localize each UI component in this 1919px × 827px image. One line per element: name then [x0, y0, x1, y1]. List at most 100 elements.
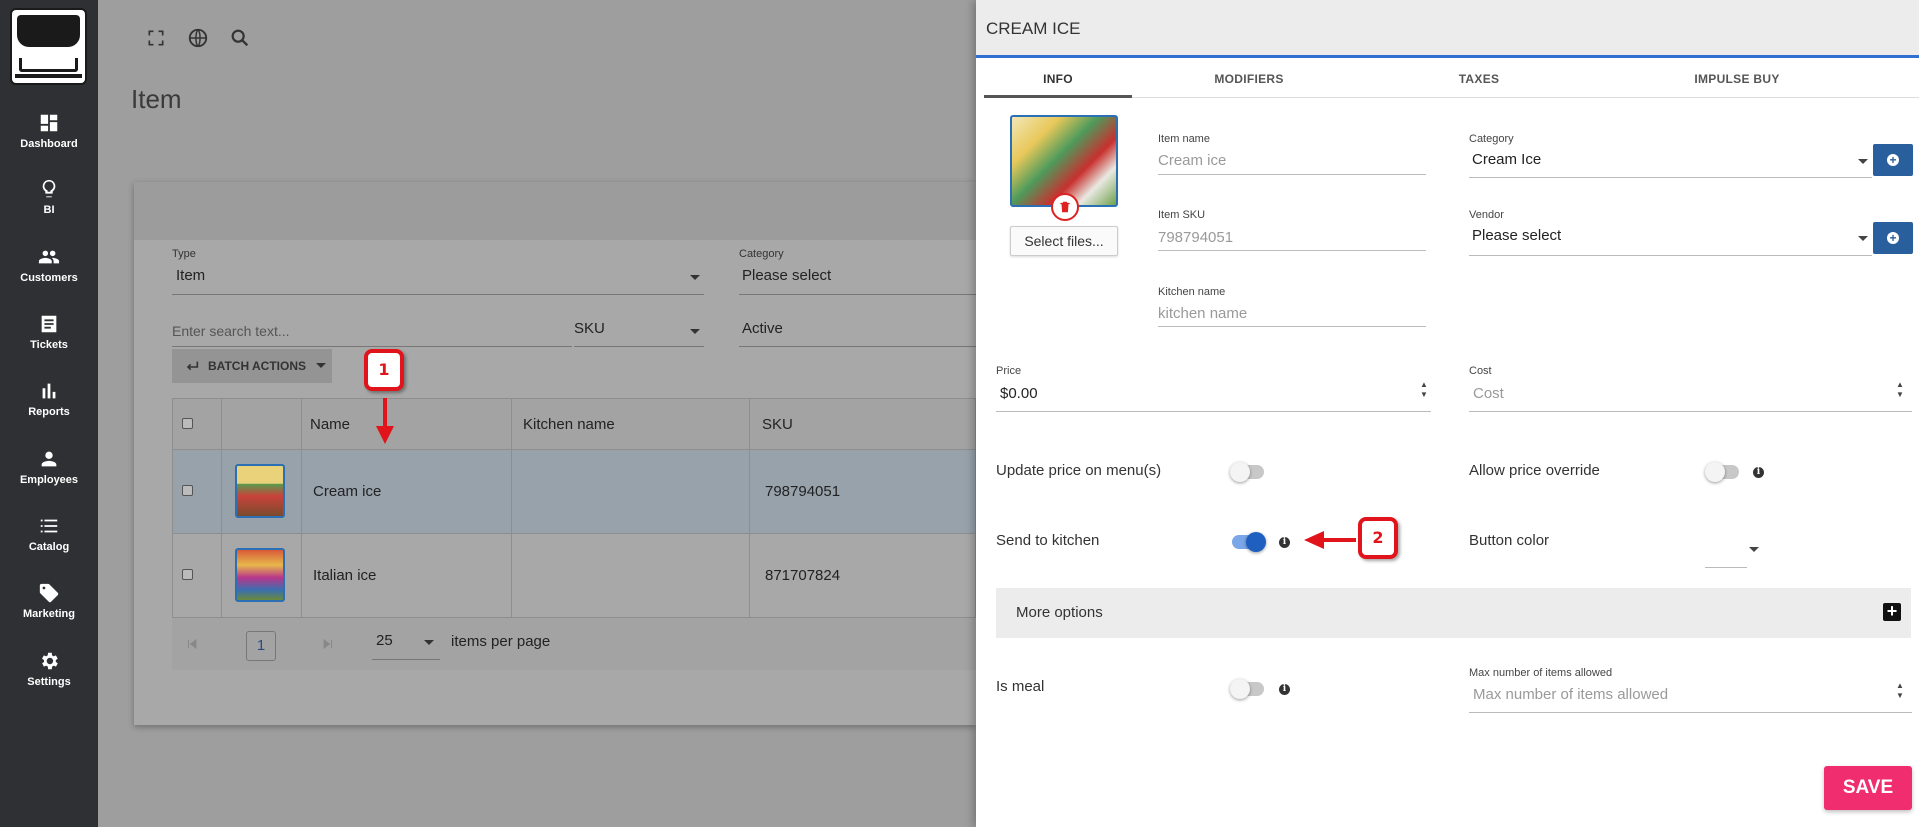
- column-divider: [749, 450, 750, 534]
- plus-circle-icon: +: [1887, 232, 1899, 244]
- select-files-button[interactable]: Select files...: [1010, 226, 1118, 256]
- item-sku-underline: [1158, 250, 1426, 251]
- column-divider: [511, 450, 512, 534]
- fullscreen-icon[interactable]: [146, 28, 166, 48]
- is-meal-label: Is meal: [996, 678, 1045, 695]
- row-name: Cream ice: [313, 483, 382, 500]
- info-icon[interactable]: i: [1279, 684, 1290, 695]
- kitchen-name-field[interactable]: kitchen name: [1158, 305, 1247, 322]
- current-page[interactable]: 1: [246, 631, 276, 661]
- tab-taxes[interactable]: TAXES: [1404, 68, 1554, 98]
- sidebar-item-dashboard[interactable]: Dashboard: [0, 112, 98, 150]
- delete-image-button[interactable]: [1051, 193, 1079, 221]
- allow-override-toggle[interactable]: [1705, 462, 1739, 482]
- row-name: Italian ice: [313, 567, 377, 584]
- sidebar-item-reports[interactable]: Reports: [0, 380, 98, 418]
- item-name-field[interactable]: Cream ice: [1158, 152, 1226, 169]
- first-page-icon[interactable]: [186, 638, 198, 650]
- sku-select[interactable]: SKU: [574, 320, 605, 337]
- item-thumbnail: [235, 548, 285, 602]
- type-select[interactable]: Item: [176, 267, 205, 284]
- toggle-knob: [1246, 532, 1266, 552]
- info-icon[interactable]: i: [1753, 467, 1764, 478]
- kitchen-name-label: Kitchen name: [1158, 286, 1226, 298]
- column-divider: [511, 399, 512, 451]
- batch-actions-button[interactable]: BATCH ACTIONS: [172, 349, 332, 383]
- more-options-bar[interactable]: More options +: [996, 588, 1911, 638]
- table-row[interactable]: Cream ice 798794051: [172, 450, 976, 534]
- sidebar-item-settings[interactable]: Settings: [0, 650, 98, 688]
- column-divider: [749, 399, 750, 451]
- globe-icon[interactable]: [187, 27, 209, 49]
- tab-impulse-buy[interactable]: IMPULSE BUY: [1662, 68, 1812, 98]
- category-label: Category: [1469, 133, 1514, 145]
- search-input[interactable]: Enter search text...: [172, 323, 290, 339]
- toggle-knob: [1230, 679, 1250, 699]
- logo-base: [15, 74, 82, 78]
- sidebar-item-employees[interactable]: Employees: [0, 448, 98, 486]
- column-header-kitchen-name[interactable]: Kitchen name: [523, 416, 615, 433]
- type-underline: [172, 294, 704, 295]
- tab-info[interactable]: INFO: [984, 68, 1132, 98]
- status-underline: [739, 346, 976, 347]
- sidebar-item-marketing[interactable]: Marketing: [0, 582, 98, 620]
- column-divider: [301, 450, 302, 534]
- button-color-label: Button color: [1469, 532, 1550, 549]
- category-select[interactable]: Cream Ice: [1472, 151, 1541, 168]
- max-items-stepper[interactable]: ▲ ▼: [1896, 681, 1904, 701]
- row-checkbox[interactable]: [182, 485, 193, 496]
- item-thumbnail: [235, 464, 285, 518]
- item-sku-field[interactable]: 798794051: [1158, 229, 1233, 246]
- per-page-label: items per page: [451, 633, 551, 650]
- ticket-icon: [41, 315, 57, 333]
- update-price-toggle[interactable]: [1230, 462, 1264, 482]
- vendor-label: Vendor: [1469, 209, 1504, 221]
- vendor-underline: [1469, 255, 1872, 256]
- status-select[interactable]: Active: [742, 320, 783, 337]
- callout-arrow-left: [1304, 531, 1356, 549]
- tab-modifiers[interactable]: MODIFIERS: [1174, 68, 1324, 98]
- info-icon[interactable]: i: [1279, 537, 1290, 548]
- column-divider: [301, 534, 302, 618]
- sidebar-item-customers[interactable]: Customers: [0, 246, 98, 284]
- expand-plus-icon[interactable]: +: [1883, 602, 1901, 621]
- lightbulb-icon: [42, 179, 56, 198]
- add-category-button[interactable]: +: [1873, 144, 1913, 176]
- sidebar-item-tickets[interactable]: Tickets: [0, 313, 98, 351]
- category-underline: [739, 294, 976, 295]
- toggle-knob: [1230, 462, 1250, 482]
- cost-field[interactable]: Cost: [1473, 385, 1504, 402]
- save-button[interactable]: SAVE: [1824, 766, 1912, 810]
- category-filter-select[interactable]: Please select: [742, 267, 831, 284]
- dashboard-icon: [40, 114, 58, 132]
- type-label: Type: [172, 248, 196, 260]
- table-row[interactable]: Italian ice 871707824: [172, 534, 976, 618]
- search-icon[interactable]: [229, 27, 251, 49]
- search-underline: [172, 346, 572, 347]
- row-checkbox[interactable]: [182, 569, 193, 580]
- chevron-down-icon: [690, 275, 700, 280]
- plus-circle-icon: +: [1887, 154, 1899, 166]
- sidebar-item-bi[interactable]: BI: [0, 178, 98, 216]
- max-items-field[interactable]: Max number of items allowed: [1473, 686, 1668, 703]
- add-vendor-button[interactable]: +: [1873, 222, 1913, 254]
- select-all-checkbox[interactable]: [182, 418, 193, 429]
- per-page-select[interactable]: 25: [376, 632, 393, 649]
- button-color-select[interactable]: [1705, 567, 1747, 568]
- column-header-name[interactable]: Name: [310, 416, 350, 433]
- chevron-down-icon: [690, 329, 700, 334]
- return-arrow-icon: [186, 361, 199, 371]
- sidebar-item-catalog[interactable]: Catalog: [0, 515, 98, 553]
- is-meal-toggle[interactable]: [1230, 679, 1264, 699]
- chevron-down-icon: [316, 363, 326, 368]
- chevron-down-icon: [1858, 159, 1868, 164]
- price-stepper[interactable]: ▲ ▼: [1420, 380, 1428, 400]
- cost-stepper[interactable]: ▲ ▼: [1896, 380, 1904, 400]
- category-underline: [1469, 177, 1872, 178]
- column-header-sku[interactable]: SKU: [762, 416, 793, 433]
- vendor-select[interactable]: Please select: [1472, 227, 1561, 244]
- last-page-icon[interactable]: [322, 638, 334, 650]
- price-field[interactable]: $0.00: [1000, 385, 1038, 402]
- store-logo[interactable]: [10, 8, 87, 85]
- send-kitchen-toggle[interactable]: [1232, 532, 1266, 552]
